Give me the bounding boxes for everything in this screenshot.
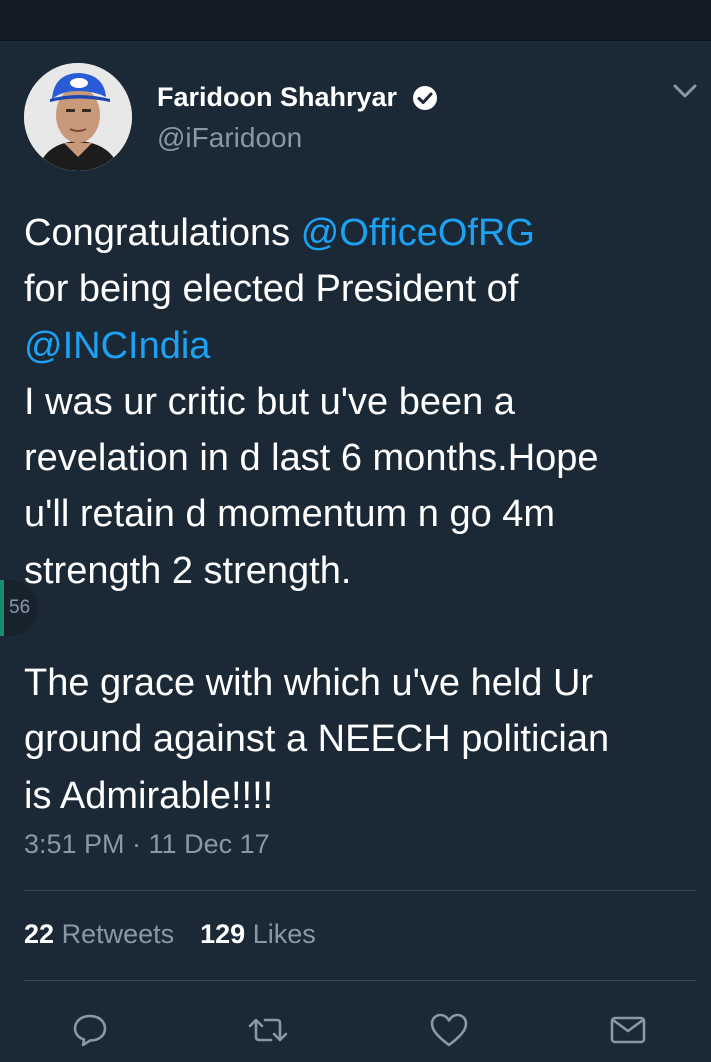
mention-link[interactable]: @OfficeOfRG: [301, 212, 535, 254]
avatar-image: [24, 63, 132, 171]
retweet-button[interactable]: [243, 1005, 293, 1055]
tweet-line: The grace with which u've held Ur: [24, 662, 594, 705]
mention-link[interactable]: @INCIndia: [24, 325, 210, 367]
reply-button[interactable]: [65, 1005, 115, 1055]
action-bar: [0, 1005, 711, 1055]
retweet-icon: [248, 1018, 288, 1042]
top-bar: [0, 0, 711, 41]
reply-icon: [73, 1014, 107, 1047]
author-name[interactable]: Faridoon Shahryar: [157, 82, 397, 113]
chevron-down-icon[interactable]: [670, 80, 700, 102]
retweets-stat[interactable]: 22 Retweets: [24, 919, 174, 949]
tweet-line: ground against a NEECH politician: [24, 718, 610, 761]
tweet-line: revelation in d last 6 months.Hope: [24, 437, 599, 480]
tweet-line: @INCIndia: [24, 318, 704, 374]
like-button[interactable]: [424, 1005, 474, 1055]
avatar[interactable]: [24, 63, 132, 171]
likes-label: Likes: [252, 919, 316, 949]
divider: [24, 890, 696, 891]
tweet-timestamp: 3:51 PM · 11 Dec 17: [24, 829, 270, 859]
divider: [24, 980, 696, 981]
likes-stat[interactable]: 129 Likes: [200, 919, 316, 949]
tweet-stats: 22 Retweets 129 Likes: [24, 919, 316, 950]
retweets-label: Retweets: [61, 919, 175, 949]
tweet-line: Congratulations @OfficeOfRG: [24, 212, 535, 254]
likes-count: 129: [200, 919, 246, 949]
tweet-line: for being elected President of: [24, 268, 519, 311]
retweets-count: 22: [24, 919, 55, 949]
author-handle[interactable]: @iFaridoon: [157, 122, 302, 154]
tweet-text: Congratulations @OfficeOfRG for being el…: [24, 205, 704, 824]
verified-badge-icon: [413, 86, 437, 110]
share-icon: [610, 1016, 646, 1044]
tweet-line: strength 2 strength.: [24, 549, 352, 592]
like-icon: [430, 1013, 468, 1047]
tweet-line: is Admirable!!!!: [24, 774, 274, 817]
share-button[interactable]: [603, 1005, 653, 1055]
tweet-line: I was ur critic but u've been a: [24, 380, 515, 423]
tweet-line: u'll retain d momentum n go 4m: [24, 493, 556, 536]
